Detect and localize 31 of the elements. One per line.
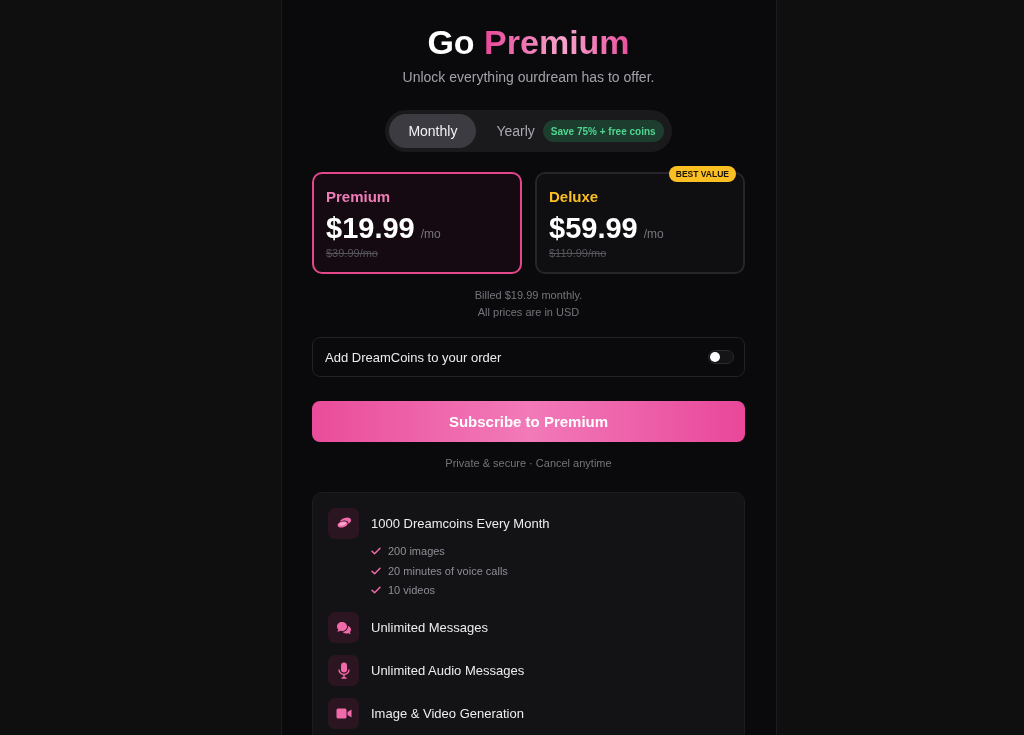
plan-name: Deluxe <box>549 187 600 207</box>
original-price: $119.99/mo <box>549 246 607 261</box>
feature-title: Image & Video Generation <box>371 706 524 721</box>
check-icon <box>371 586 381 595</box>
coins-icon <box>328 507 359 539</box>
security-note: Private & secure · Cancel anytime <box>445 455 612 471</box>
feature-title: Unlimited Audio Messages <box>371 663 525 678</box>
best-value-badge: BEST VALUE <box>668 166 736 182</box>
price-period: /mo <box>420 227 441 241</box>
feature-title: Unlimited Messages <box>371 620 489 635</box>
addon-label: Add DreamCoins to your order <box>325 349 502 365</box>
plan-name: Premium <box>326 187 392 207</box>
plan-card[interactable]: Premium $19.99 /mo $39.99/mo <box>312 172 522 274</box>
plan-price: $59.99 <box>549 211 638 245</box>
plan-price: $19.99 <box>326 211 415 245</box>
chat-bubbles-icon <box>328 612 359 643</box>
feature-title: 1000 Dreamcoins Every Month <box>371 515 550 531</box>
billing-period-tab[interactable]: Monthly <box>389 114 477 148</box>
video-camera-icon <box>328 698 359 729</box>
toggle-switch[interactable] <box>708 350 734 365</box>
discount-badge: Save 75% + free coins <box>542 120 664 142</box>
feature-detail: 10 videos <box>388 584 436 597</box>
billing-note: All prices are in USD <box>477 305 580 320</box>
billing-period-tab[interactable]: Yearly Save 75% + free coins <box>476 114 668 148</box>
feature-detail: 200 images <box>388 545 445 558</box>
price-period: /mo <box>643 227 664 241</box>
subtitle: Unlock everything ourdream has to offer. <box>402 68 655 87</box>
original-price: $39.99/mo <box>326 246 378 261</box>
billing-note: Billed $19.99 monthly. <box>474 288 583 303</box>
feature-detail: 20 minutes of voice calls <box>388 564 508 577</box>
microphone-icon <box>328 655 359 686</box>
